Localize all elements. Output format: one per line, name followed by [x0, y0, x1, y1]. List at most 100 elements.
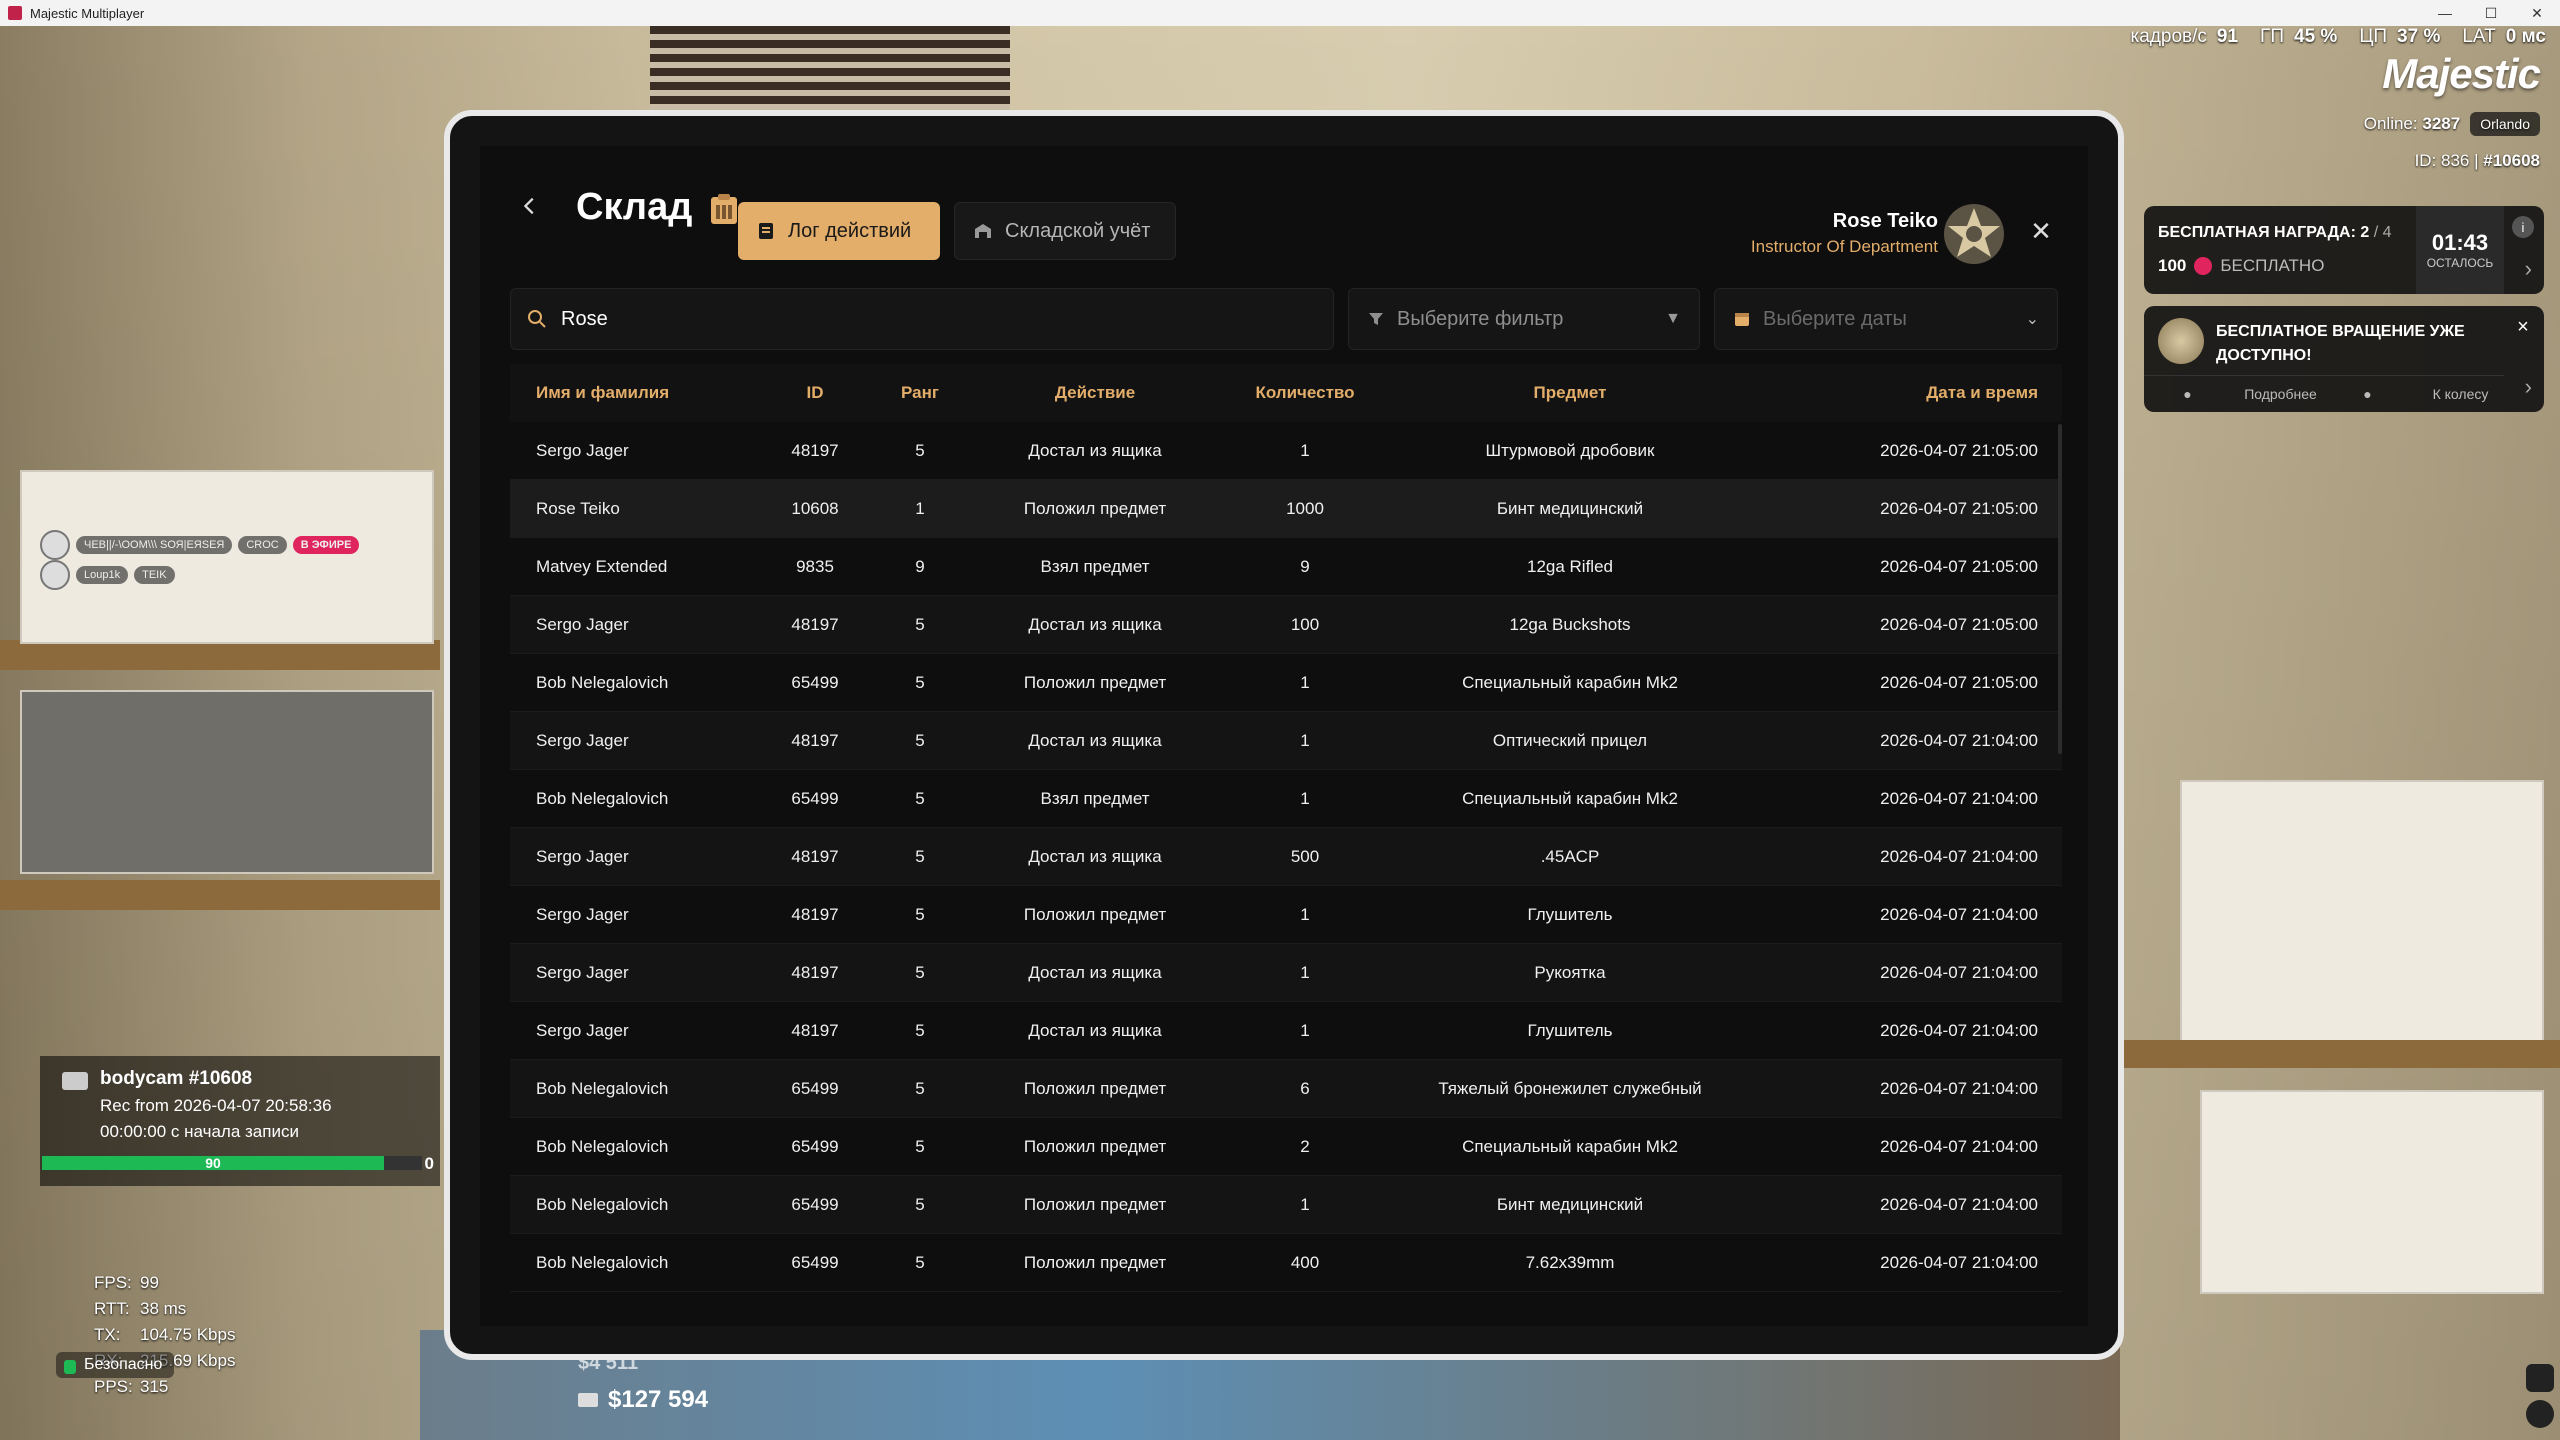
table-cell: 1 [915, 498, 925, 518]
table-row[interactable]: Sergo Jager 48197 5 Достал из ящика 500 .45AC… [510, 828, 2062, 886]
table-cell: Достал из ящика [1028, 730, 1162, 750]
chevron-right-icon[interactable]: › [2525, 374, 2532, 400]
table-cell: 2026-04-07 21:04:00 [1880, 1252, 2038, 1272]
table-cell: 2026-04-07 21:04:00 [1880, 730, 2038, 750]
table-cell: 100 [1290, 614, 1320, 634]
table-row[interactable]: Bob Nelegalovich 65499 5 Положил предмет 6 Тя… [510, 1060, 2062, 1118]
table-cell: Достал из ящика [1028, 962, 1162, 982]
table-cell: 48197 [791, 440, 839, 460]
table-cell: Взял предмет [1040, 556, 1150, 576]
radio-icon[interactable] [2526, 1400, 2554, 1428]
search-input[interactable] [559, 306, 1323, 332]
table-cell: 5 [915, 614, 925, 634]
table-row[interactable]: Bob Nelegalovich 65499 5 Положил предмет 2 Сп… [510, 1118, 2062, 1176]
table-cell: Специальный карабин Mk2 [1462, 672, 1678, 692]
window-controls: — ☐ ✕ [2422, 0, 2560, 26]
table-cell: Оптический прицел [1492, 730, 1648, 750]
table-row[interactable]: Bob Nelegalovich 65499 5 Положил предмет 1 Сп… [510, 654, 2062, 712]
table-cell: 2 [1300, 1136, 1310, 1156]
table-row[interactable]: Bob Nelegalovich 65499 5 Взял предмет 1 Специ… [510, 770, 2062, 828]
shelf [0, 880, 440, 910]
table-cell: 2026-04-07 21:05:00 [1880, 556, 2038, 576]
bodycam-overlay: bodycam #10608 Rec from 2026-04-07 20:58… [40, 1056, 440, 1186]
table-row[interactable]: Sergo Jager 48197 5 Достал из ящика 1 Рукоятк… [510, 944, 2062, 1002]
current-user: Rose Teiko Instructor Of Department [1751, 210, 1938, 257]
clipboard-icon [711, 194, 737, 224]
table-cell: Matvey Extended [536, 556, 668, 576]
table-cell: Бинт медицинский [1496, 1194, 1644, 1214]
ceiling-vent [650, 26, 1010, 116]
log-icon [759, 223, 773, 239]
table-cell: Sergo Jager [536, 614, 629, 634]
chevron-right-icon[interactable]: › [2525, 256, 2532, 282]
table-cell: 2026-04-07 21:04:00 [1880, 1194, 2038, 1214]
table-row[interactable]: Sergo Jager 48197 5 Положил предмет 1 Глушите… [510, 886, 2062, 944]
close-window-button[interactable]: ✕ [2514, 0, 2560, 26]
info-icon[interactable]: i [2512, 216, 2534, 238]
info-icon: ● [2183, 386, 2192, 402]
network-stats: FPS: 99 RTT: 38 ms TX: 104.75 Kbps RX: 215.6… [94, 1273, 236, 1396]
table-cell: Sergo Jager [536, 1020, 629, 1040]
safe-zone-badge: Безопасно [56, 1352, 175, 1378]
free-reward-card[interactable]: БЕСПЛАТНАЯ НАГРАДА: 2 / 4 100 БЕСПЛАТНО 0… [2144, 206, 2544, 294]
storage-box [2180, 780, 2544, 1044]
table-cell: Положил предмет [1023, 1252, 1167, 1272]
table-cell: Рукоятка [1534, 962, 1606, 982]
tab-warehouse-stock[interactable]: Складской учёт [954, 202, 1176, 260]
stat-cpu: ЦП 37 % [2359, 26, 2441, 47]
performance-stats: кадров/с 91 ГП 45 % ЦП 37 % LAT 0 мс [2131, 26, 2546, 48]
table-row[interactable]: Sergo Jager 48197 5 Достал из ящика 100 12ga … [510, 596, 2062, 654]
table-row[interactable]: Matvey Extended 9835 9 Взял предмет 9 12ga Ri… [510, 538, 2062, 596]
chevron-down-icon: ⌄ [2025, 311, 2039, 328]
table-cell: 48197 [791, 846, 839, 866]
table-cell: Достал из ящика [1028, 1020, 1162, 1040]
to-wheel-link[interactable]: ● К колесу [2324, 376, 2504, 412]
microphone-icon[interactable] [2526, 1364, 2554, 1392]
table-cell: Bob Nelegalovich [536, 672, 669, 692]
table-cell: Глушитель [1527, 1020, 1613, 1040]
table-cell: Sergo Jager [536, 730, 629, 750]
table-cell: 5 [915, 672, 925, 692]
stat-gpu: ГП 45 % [2260, 26, 2338, 47]
health-bar: 90 [42, 1156, 422, 1170]
table-cell: Достал из ящика [1028, 614, 1162, 634]
table-cell: 1 [1300, 962, 1310, 982]
search-field[interactable] [510, 288, 1334, 350]
storage-box [20, 690, 434, 874]
table-cell: Sergo Jager [536, 904, 629, 924]
maximize-button[interactable]: ☐ [2468, 0, 2514, 26]
back-button[interactable] [510, 176, 550, 236]
table-cell: Достал из ящика [1028, 846, 1162, 866]
reward-timer: 01:43 ОСТАЛОСЬ [2416, 206, 2504, 294]
free-spin-card[interactable]: БЕСПЛАТНОЕ ВРАЩЕНИЕ УЖЕ ДОСТУПНО! × ● Под… [2144, 306, 2544, 412]
close-icon[interactable]: × [2512, 316, 2534, 338]
close-button[interactable]: ✕ [2018, 208, 2064, 254]
date-picker[interactable]: Выберите даты ⌄ [1714, 288, 2058, 350]
table-cell: 2026-04-07 21:04:00 [1880, 904, 2038, 924]
table-cell: 7.62x39mm [1525, 1252, 1615, 1272]
table-row[interactable]: Sergo Jager 48197 5 Достал из ящика 1 Глушите… [510, 1002, 2062, 1060]
calendar-icon [1735, 313, 1749, 326]
table-cell: Специальный карабин Mk2 [1462, 1136, 1678, 1156]
table-cell: .45ACP [1540, 846, 1600, 866]
filter-select[interactable]: Выберите фильтр ▼ [1348, 288, 1700, 350]
table-row[interactable]: Bob Nelegalovich 65499 5 Положил предмет 400… [510, 1234, 2062, 1292]
live-badge: В ЭФИРЕ [292, 536, 360, 554]
table-row[interactable]: Rose Teiko 10608 1 Положил предмет 1000 Бинт … [510, 480, 2062, 538]
table-row[interactable]: Bob Nelegalovich 65499 5 Положил предмет 1 Би… [510, 1176, 2062, 1234]
table-cell: 2026-04-07 21:05:00 [1880, 498, 2038, 518]
table-row[interactable]: Sergo Jager 48197 5 Достал из ящика 1 Штурмов… [510, 422, 2062, 480]
window-titlebar: Majestic Multiplayer — ☐ ✕ [0, 0, 2560, 26]
scrollbar[interactable] [2058, 424, 2062, 754]
more-link[interactable]: ● Подробнее [2144, 376, 2324, 412]
table-row[interactable]: Sergo Jager 48197 5 Достал из ящика 1 Оптичес… [510, 712, 2062, 770]
minimize-button[interactable]: — [2422, 0, 2468, 26]
table-cell: 12ga Rifled [1526, 556, 1613, 576]
chevron-left-icon [523, 197, 534, 215]
window-title: Majestic Multiplayer [30, 5, 145, 21]
filter-icon [1369, 313, 1383, 325]
tab-action-log[interactable]: Лог действий [738, 202, 940, 260]
pin-icon: ● [2363, 386, 2372, 402]
table-cell: 9835 [796, 556, 834, 576]
table-cell: 500 [1290, 846, 1320, 866]
